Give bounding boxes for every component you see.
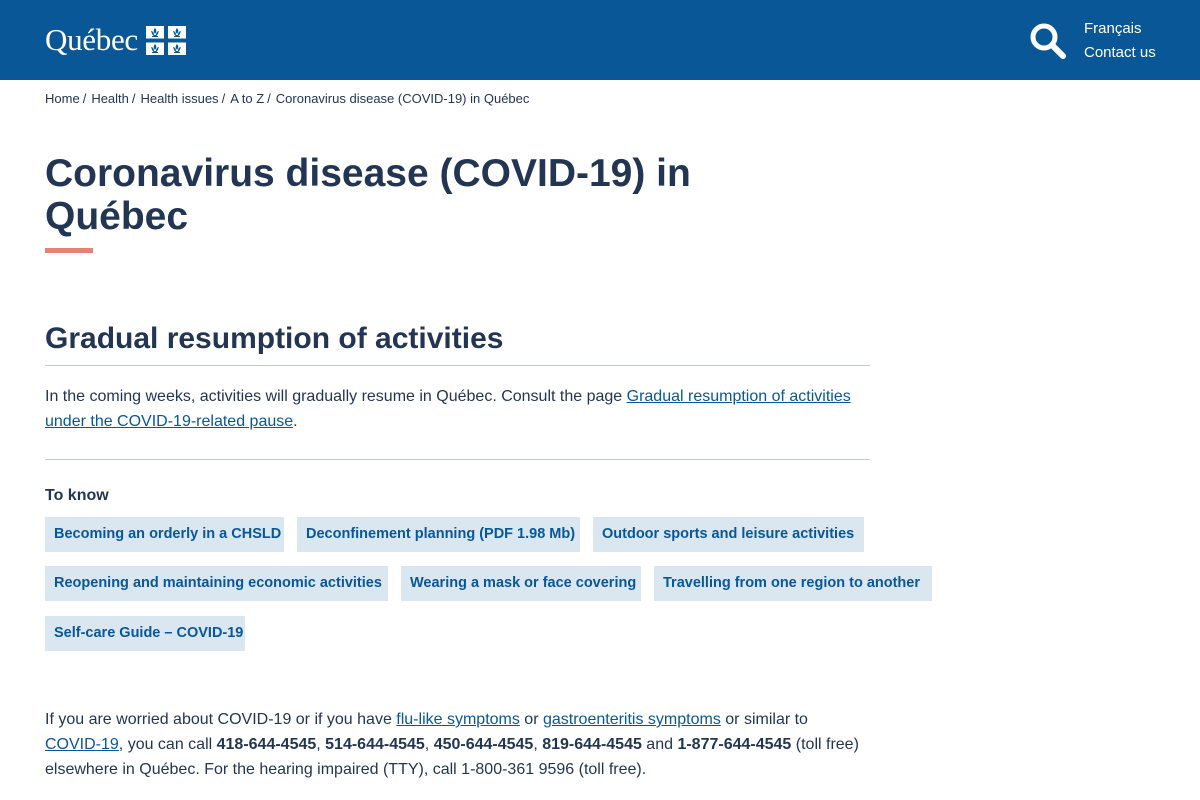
breadcrumb: Home / Health / Health issues / A to Z /… (45, 89, 529, 109)
phone-toll-free: 1-877-644-4545 (677, 736, 792, 753)
breadcrumb-separator: / (221, 91, 226, 106)
breadcrumb-separator: / (131, 91, 136, 106)
title-accent-bar (45, 248, 93, 253)
divider (45, 459, 870, 460)
separator-text: , (533, 736, 543, 753)
flu-symptoms-link[interactable]: flu-like symptoms (396, 711, 520, 728)
separator-text: , (424, 736, 434, 753)
contact-text: or similar to (720, 711, 808, 728)
phone-montreal: 514-644-4545 (325, 736, 425, 753)
divider (45, 365, 870, 366)
resumption-paragraph: In the coming weeks, activities will gra… (45, 384, 855, 434)
breadcrumb-health[interactable]: Health (91, 89, 129, 109)
to-know-heading: To know (45, 487, 109, 504)
breadcrumb-home[interactable]: Home (45, 89, 80, 109)
phone-819: 819-644-4545 (542, 736, 642, 753)
covid19-link[interactable]: COVID-19 (45, 736, 119, 753)
chip-wearing-mask[interactable]: Wearing a mask or face covering (401, 566, 641, 601)
gastroenteritis-symptoms-link[interactable]: gastroenteritis symptoms (543, 711, 721, 728)
breadcrumb-a-to-z[interactable]: A to Z (230, 89, 264, 109)
chip-deconfinement-planning[interactable]: Deconfinement planning (PDF 1.98 Mb) (297, 517, 580, 552)
contact-us-link[interactable]: Contact us (1084, 41, 1156, 65)
chip-outdoor-sports[interactable]: Outdoor sports and leisure activities (593, 517, 864, 552)
logo-wordmark: Québec (45, 22, 138, 57)
contact-text: If you are worried about COVID-19 or if … (45, 711, 397, 728)
chip-self-care-guide[interactable]: Self-care Guide – COVID-19 (45, 616, 245, 651)
contact-text: , you can call (118, 736, 217, 753)
phone-quebec-city: 418-644-4545 (216, 736, 317, 753)
contact-paragraph: If you are worried about COVID-19 or if … (45, 707, 860, 782)
chip-orderly-chsld[interactable]: Becoming an orderly in a CHSLD (45, 517, 284, 552)
page-title: Coronavirus disease (COVID-19) in Québec (45, 152, 691, 238)
contact-text: or (519, 711, 543, 728)
breadcrumb-separator: / (267, 91, 271, 106)
header-links: Français Contact us (1084, 17, 1156, 65)
intro-text: In the coming weeks, activities will gra… (45, 388, 627, 405)
fleurdelise-flag-icon (145, 25, 186, 55)
separator-text: , (316, 736, 326, 753)
chip-economic-activities[interactable]: Reopening and maintaining economic activ… (45, 566, 388, 601)
quebec-logo[interactable]: Québec (45, 22, 186, 58)
phone-450: 450-644-4545 (433, 736, 534, 753)
search-icon[interactable] (1029, 22, 1067, 60)
language-link[interactable]: Français (1084, 17, 1156, 41)
breadcrumb-separator: / (82, 91, 87, 106)
breadcrumb-health-issues[interactable]: Health issues (141, 89, 219, 109)
section-title: Gradual resumption of activities (45, 322, 504, 355)
intro-end: . (293, 413, 298, 430)
site-header: Québec Français Contact us (0, 0, 1200, 80)
breadcrumb-current: Coronavirus disease (COVID-19) in Québec (275, 91, 530, 106)
separator-text: and (641, 736, 678, 753)
chip-travelling-regions[interactable]: Travelling from one region to another (654, 566, 932, 601)
